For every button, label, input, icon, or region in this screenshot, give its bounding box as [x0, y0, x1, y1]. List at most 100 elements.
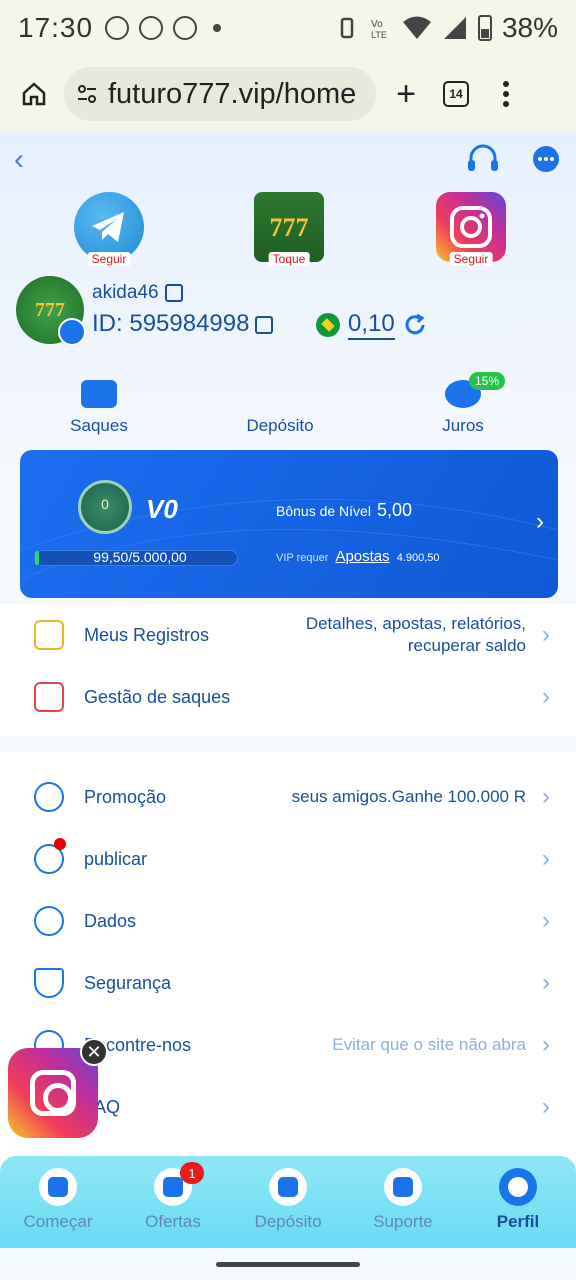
notification-dot-icon: [213, 24, 222, 32]
gesture-nav-handle[interactable]: [216, 1262, 360, 1267]
floating-instagram-button[interactable]: ✕: [8, 1038, 108, 1138]
menu-item-registros[interactable]: Meus Registros Detalhes, apostas, relató…: [0, 604, 576, 666]
chevron-right-icon: ›: [542, 969, 550, 996]
svg-text:LTE: LTE: [371, 30, 387, 40]
withdraw-ticket-icon: [81, 380, 117, 408]
status-time: 17:30: [18, 12, 94, 43]
vip-badge-number: 0: [101, 496, 109, 512]
volte-icon: VoLTE: [371, 19, 387, 40]
tab-label: Começar: [23, 1212, 93, 1231]
juros-rate-badge: 15%: [469, 372, 506, 390]
instagram-icon: [30, 1070, 76, 1116]
juros-button[interactable]: 15% Juros: [403, 372, 523, 436]
menu-item-label: Gestão de saques: [84, 686, 231, 707]
balance: 0,10: [316, 310, 427, 340]
deposito-label: Depósito: [246, 416, 314, 435]
menu-item-label: publicar: [84, 848, 148, 869]
vip-requirement-value: 4.900,50: [396, 552, 440, 564]
instagram-label: Seguir: [449, 252, 493, 266]
user-id: 595984998: [129, 310, 250, 337]
instagram-follow-button[interactable]: Seguir: [436, 192, 506, 266]
menu-item-label: Meus Registros: [84, 624, 210, 645]
saques-button[interactable]: Saques: [39, 380, 159, 436]
menu-item-desc: Detalhes, apostas, relatórios, recuperar…: [305, 614, 526, 655]
menu-item-seguranca[interactable]: Segurança ›: [0, 952, 576, 1014]
whatsapp-icon: [105, 16, 130, 40]
juros-label: Juros: [442, 416, 484, 435]
profile-icon: [499, 1168, 537, 1206]
new-tab-icon[interactable]: +: [386, 74, 426, 114]
username: akida46: [92, 282, 159, 303]
tab-label: Depósito: [254, 1212, 322, 1231]
balance-value: 0,10: [348, 310, 395, 340]
records-icon: [34, 620, 64, 650]
records-menu: Meus Registros Detalhes, apostas, relató…: [0, 604, 576, 736]
vip-level-badge-icon: 0: [78, 480, 132, 534]
promotion-user-icon: [34, 782, 64, 812]
tab-suporte[interactable]: Suporte: [348, 1168, 458, 1232]
bottom-tab-bar: Começar 1 Ofertas Depósito Suporte Perfi…: [0, 1156, 576, 1248]
battery-percent: 38%: [501, 12, 558, 43]
edit-avatar-icon[interactable]: [58, 318, 86, 346]
support-agent-icon: [384, 1168, 422, 1206]
svg-text:777: 777: [35, 299, 65, 321]
chevron-right-icon: ›: [542, 907, 550, 934]
menu-item-desc: seus amigos.Ganhe 100.000 R: [291, 787, 526, 806]
game-tap-button[interactable]: 777 Toque: [254, 192, 324, 266]
chevron-right-icon: ›: [542, 783, 550, 810]
ofertas-badge: 1: [180, 1162, 204, 1184]
tab-count[interactable]: 14: [443, 81, 469, 107]
battery-icon: [477, 15, 492, 41]
home-icon: [39, 1168, 77, 1206]
telegram-label: Seguir: [87, 252, 131, 266]
status-bar: 17:30 Vo LTE 38%: [0, 0, 576, 56]
vip-progress-text: 99,50/5.000,00: [93, 549, 187, 565]
tab-switcher-button[interactable]: 14: [436, 74, 476, 114]
back-icon[interactable]: ‹: [14, 143, 24, 177]
notification-dot: [54, 838, 66, 850]
brazil-flag-icon: [316, 313, 340, 337]
telegram-follow-button[interactable]: Seguir: [74, 192, 144, 266]
vip-card[interactable]: 0 V0 Bônus de Nível 5,00 99,50/5.000,00 V…: [20, 450, 558, 598]
address-bar[interactable]: futuro777.vip/home: [64, 67, 376, 121]
site-settings-icon[interactable]: [76, 83, 98, 105]
svg-text:777: 777: [270, 213, 309, 242]
menu-item-label: Dados: [84, 910, 137, 931]
copy-id-icon[interactable]: [255, 315, 274, 334]
browser-toolbar: futuro777.vip/home + 14: [0, 56, 576, 132]
user-edit-icon: [34, 906, 64, 936]
chevron-right-icon: ›: [542, 845, 550, 872]
deposito-button[interactable]: Depósito: [220, 416, 340, 436]
page-header: ‹: [14, 142, 562, 178]
game-label: Toque: [268, 252, 310, 266]
chevron-right-icon: ›: [542, 1093, 550, 1120]
chat-icon[interactable]: [530, 144, 562, 176]
saques-label: Saques: [70, 416, 128, 435]
quick-actions: Saques Depósito 15% Juros: [0, 372, 576, 450]
missed-call-icon: [139, 16, 164, 40]
tab-deposito[interactable]: Depósito: [233, 1168, 343, 1232]
copy-username-icon[interactable]: [164, 283, 183, 302]
wifi-icon: [402, 16, 431, 39]
menu-item-dados[interactable]: Dados ›: [0, 890, 576, 952]
svg-text:Vo: Vo: [371, 19, 383, 30]
close-icon[interactable]: ✕: [80, 1038, 108, 1066]
overflow-menu-icon[interactable]: [486, 74, 526, 114]
tab-comecar[interactable]: Começar: [3, 1168, 113, 1232]
shield-icon: [34, 968, 64, 998]
menu-item-gestao-saques[interactable]: Gestão de saques ›: [0, 666, 576, 728]
avatar[interactable]: 777: [16, 276, 86, 346]
headset-icon[interactable]: [466, 144, 500, 176]
vip-apostas-link[interactable]: Apostas: [335, 548, 389, 565]
vip-level: V0: [146, 494, 178, 524]
refresh-icon[interactable]: [403, 313, 427, 337]
menu-item-publicar[interactable]: publicar ›: [0, 828, 576, 890]
vip-progress-fill: [35, 551, 40, 565]
tab-ofertas[interactable]: 1 Ofertas: [118, 1162, 228, 1232]
chevron-right-icon[interactable]: ›: [536, 508, 544, 536]
home-icon[interactable]: [14, 74, 54, 114]
tab-perfil[interactable]: Perfil: [463, 1168, 573, 1232]
url-text[interactable]: futuro777.vip/home: [108, 78, 356, 111]
menu-item-label: Promoção: [84, 786, 167, 807]
menu-item-promocao[interactable]: Promoção seus amigos.Ganhe 100.000 R ›: [0, 766, 576, 828]
